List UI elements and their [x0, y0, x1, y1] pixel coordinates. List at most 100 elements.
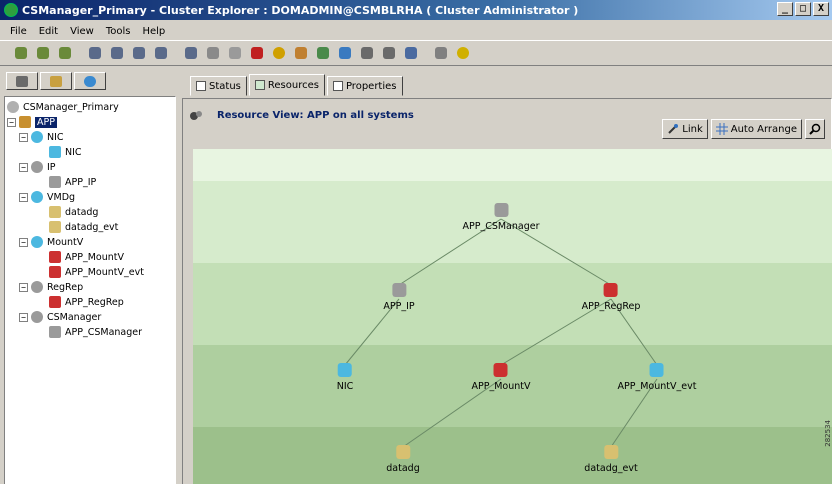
resource-icon — [396, 445, 410, 459]
collapse-toggle[interactable]: − — [19, 162, 28, 172]
tree-resource-app-ip[interactable]: APP_IP — [49, 175, 96, 189]
resource-icon — [49, 176, 61, 188]
tree-type-mountv[interactable]: − MountV — [19, 235, 83, 249]
toolbar-button-11[interactable] — [270, 44, 288, 62]
tree-resource-app-regrep[interactable]: APP_RegRep — [49, 295, 124, 309]
toolbar-button-12[interactable] — [292, 44, 310, 62]
toolbar-button-1[interactable] — [34, 44, 52, 62]
tools-icon — [435, 47, 447, 59]
graph-node-mountv[interactable]: APP_MountV — [472, 363, 530, 392]
offline-group-icon — [37, 47, 49, 59]
right-pane: Status Resources Properties Resource Vie… — [180, 70, 832, 484]
toolbar-button-0[interactable] — [12, 44, 30, 62]
collapse-toggle[interactable]: − — [7, 117, 16, 127]
tree-type-csmanager[interactable]: − CSManager — [19, 310, 101, 324]
types-tab[interactable] — [74, 72, 106, 90]
resource-graph-canvas[interactable]: APP_CSManager APP_IP APP_RegRep NIC APP_Moun… — [193, 149, 832, 484]
wand-icon — [295, 47, 307, 59]
graph-node-datadg-evt[interactable]: datadg_evt — [584, 445, 638, 474]
toolbar-button-17[interactable] — [402, 44, 420, 62]
tree-type-nic[interactable]: − NIC — [19, 130, 64, 144]
tree-label: RegRep — [47, 281, 84, 293]
toolbar-button-13[interactable] — [314, 44, 332, 62]
tree-type-ip[interactable]: − IP — [19, 160, 56, 174]
toolbar-button-3[interactable] — [86, 44, 104, 62]
tree-root-cluster[interactable]: CSManager_Primary — [7, 100, 119, 114]
resource-tree: CSManager_Primary − APP − NIC NIC − IP APP_IP − VM… — [4, 96, 176, 484]
minimize-button[interactable]: _ — [777, 2, 793, 16]
toolbar-button-5[interactable] — [130, 44, 148, 62]
window-controls: _ □ X — [777, 2, 829, 16]
tree-group-app[interactable]: − APP — [7, 115, 57, 129]
toolbar-button-6[interactable] — [152, 44, 170, 62]
tree-label: CSManager_Primary — [23, 101, 119, 113]
tab-resources[interactable]: Resources — [248, 74, 325, 96]
auto-arrange-button[interactable]: Auto Arrange — [710, 119, 802, 139]
tab-properties[interactable]: Properties — [326, 76, 403, 96]
resource-icon — [392, 283, 406, 297]
resource-icon — [493, 203, 508, 217]
toolbar-button-16[interactable] — [380, 44, 398, 62]
menu-help[interactable]: Help — [136, 26, 171, 37]
title-bar[interactable]: CSManager_Primary - Cluster Explorer : D… — [0, 0, 832, 20]
toolbar-button-18[interactable] — [432, 44, 450, 62]
toolbar-button-15[interactable] — [358, 44, 376, 62]
collapse-toggle[interactable]: − — [19, 132, 28, 142]
window-title: CSManager_Primary - Cluster Explorer : D… — [22, 3, 579, 17]
graph-node-datadg[interactable]: datadg — [386, 445, 420, 474]
graph-node-regrep[interactable]: APP_RegRep — [581, 283, 641, 312]
graph-node-mountv-evt[interactable]: APP_MountV_evt — [618, 363, 696, 392]
maximize-button[interactable]: □ — [795, 2, 811, 16]
tree-resource-datadg[interactable]: datadg — [49, 205, 98, 219]
toolbar-button-7[interactable] — [182, 44, 200, 62]
close-button[interactable]: X — [813, 2, 829, 16]
toolbar-button-8[interactable] — [204, 44, 222, 62]
stop-icon — [251, 47, 263, 59]
service-groups-tab[interactable] — [6, 72, 38, 90]
collapse-toggle[interactable]: − — [19, 282, 28, 292]
graph-node-label: APP_RegRep — [581, 301, 641, 312]
resource-icon — [49, 266, 61, 278]
link-button[interactable]: Link — [662, 119, 708, 139]
resource-icon — [49, 251, 61, 263]
grid-icon — [715, 123, 728, 135]
cluster-explorer-icon — [4, 3, 18, 17]
menu-edit[interactable]: Edit — [33, 26, 64, 37]
toolbar-button-2[interactable] — [56, 44, 74, 62]
toolbar-button-19[interactable] — [454, 44, 472, 62]
toolbar-button-10[interactable] — [248, 44, 266, 62]
modify-group-icon — [133, 47, 145, 59]
left-pane: CSManager_Primary − APP − NIC NIC − IP APP_IP − VM… — [4, 70, 176, 484]
graph-node-label: datadg — [386, 463, 420, 474]
graph-node-csmanager[interactable]: APP_CSManager — [462, 203, 540, 232]
toolbar-button-14[interactable] — [336, 44, 354, 62]
collapse-toggle[interactable]: − — [19, 192, 28, 202]
group-icon — [190, 111, 202, 120]
user-icon — [339, 47, 351, 59]
menu-view[interactable]: View — [64, 26, 100, 37]
resource-icon — [49, 326, 61, 338]
left-view-tabs — [4, 70, 176, 92]
toolbar-button-9[interactable] — [226, 44, 244, 62]
toolbar-button-4[interactable] — [108, 44, 126, 62]
tab-status[interactable]: Status — [190, 76, 247, 96]
tree-type-vmdg[interactable]: − VMDg — [19, 190, 75, 204]
systems-tab[interactable] — [40, 72, 72, 90]
tree-label: datadg — [65, 206, 99, 218]
collapse-toggle[interactable]: − — [19, 237, 28, 247]
menu-tools[interactable]: Tools — [100, 26, 137, 37]
tree-resource-app-mountv-evt[interactable]: APP_MountV_evt — [49, 265, 144, 279]
tree-resource-app-csmanager[interactable]: APP_CSManager — [49, 325, 142, 339]
tree-resource-datadg-evt[interactable]: datadg_evt — [49, 220, 118, 234]
graph-node-label: NIC — [336, 381, 354, 392]
tree-resource-nic[interactable]: NIC — [49, 145, 82, 159]
tree-type-regrep[interactable]: − RegRep — [19, 280, 83, 294]
graph-node-nic[interactable]: NIC — [336, 363, 354, 392]
tree-resource-app-mountv[interactable]: APP_MountV — [49, 250, 124, 264]
delete-group-icon — [111, 47, 123, 59]
search-button[interactable] — [805, 119, 825, 139]
collapse-toggle[interactable]: − — [19, 312, 28, 322]
menu-file[interactable]: File — [4, 26, 33, 37]
graph-node-ip[interactable]: APP_IP — [383, 283, 415, 312]
resource-icon — [49, 206, 61, 218]
